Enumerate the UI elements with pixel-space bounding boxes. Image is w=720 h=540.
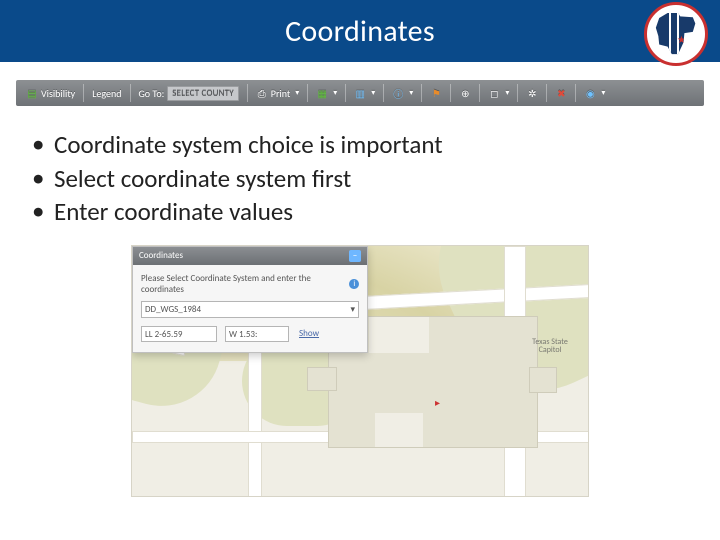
layers-icon: ▤	[26, 87, 38, 99]
instruction-text: Please Select Coordinate System and ente…	[141, 273, 345, 295]
print-label: Print	[271, 87, 290, 100]
legend-label: Legend	[92, 87, 121, 100]
flag-icon: ⚑	[430, 87, 442, 99]
globe-lines-icon: ⊕	[459, 87, 471, 99]
bullet-item: Enter coordinate values	[30, 195, 720, 229]
page-title: Coordinates	[285, 13, 435, 50]
latitude-input[interactable]: LL 2-65.59	[141, 326, 217, 342]
clear-tool[interactable]: ✖	[551, 80, 571, 106]
clear-icon: ✖	[555, 87, 567, 99]
coordinate-system-value: DD_WGS_1984	[145, 304, 201, 315]
longitude-input[interactable]: W 1.53:	[225, 326, 289, 342]
grid-icon: ▦	[316, 87, 328, 99]
goto-label: Go To:	[139, 87, 165, 100]
bullet-item: Select coordinate system first	[30, 162, 720, 196]
coordinates-panel-title: Coordinates	[139, 250, 183, 261]
map-screenshot: Texas State Capitol ▸ Coordinates – Plea…	[131, 245, 589, 497]
print-dropdown[interactable]: ⎙ Print	[252, 80, 303, 106]
coordinates-panel: Coordinates – Please Select Coordinate S…	[132, 246, 368, 353]
visibility-toggle[interactable]: ▤ Visibility	[22, 80, 79, 106]
tools-dropdown[interactable]: ▥	[350, 80, 379, 106]
visibility-label: Visibility	[41, 87, 75, 100]
printer-icon: ⎙	[256, 87, 268, 99]
map-toolbar: ▤ Visibility Legend Go To: SELECT COUNTY…	[16, 80, 704, 106]
map-pin-icon: ▸	[435, 396, 440, 409]
legend-toggle[interactable]: Legend	[88, 80, 125, 106]
coordinates-panel-titlebar[interactable]: Coordinates –	[133, 247, 367, 265]
select-dropdown[interactable]: ◻	[484, 80, 513, 106]
info-icon[interactable]: i	[349, 279, 359, 289]
chevron-down-icon: ▾	[350, 304, 355, 315]
coordinate-system-select[interactable]: DD_WGS_1984 ▾	[141, 301, 359, 318]
apps-icon: ▥	[354, 87, 366, 99]
globe-icon: ◉	[584, 87, 596, 99]
identify-dropdown[interactable]: ⓘ	[388, 80, 417, 106]
basemap-dropdown[interactable]: ▦	[312, 80, 341, 106]
flag-tool[interactable]: ⚑	[426, 80, 446, 106]
info-icon: ⓘ	[392, 87, 404, 99]
select-box-icon: ◻	[488, 87, 500, 99]
settings-tool[interactable]: ✲	[522, 80, 542, 106]
title-bar: Coordinates ★	[0, 0, 720, 62]
county-seal-logo: ★	[644, 2, 708, 66]
goto-area: Go To: SELECT COUNTY	[135, 80, 243, 106]
show-button[interactable]: Show	[297, 328, 319, 339]
bullet-list: Coordinate system choice is important Se…	[30, 128, 720, 229]
coordinates-tool[interactable]: ⊕	[455, 80, 475, 106]
bullet-item: Coordinate system choice is important	[30, 128, 720, 162]
more-dropdown[interactable]: ◉	[580, 80, 609, 106]
gear-icon: ✲	[526, 87, 538, 99]
county-select[interactable]: SELECT COUNTY	[167, 86, 239, 101]
minimize-button[interactable]: –	[349, 250, 361, 262]
map-feature-label: Texas State Capitol	[520, 338, 580, 356]
